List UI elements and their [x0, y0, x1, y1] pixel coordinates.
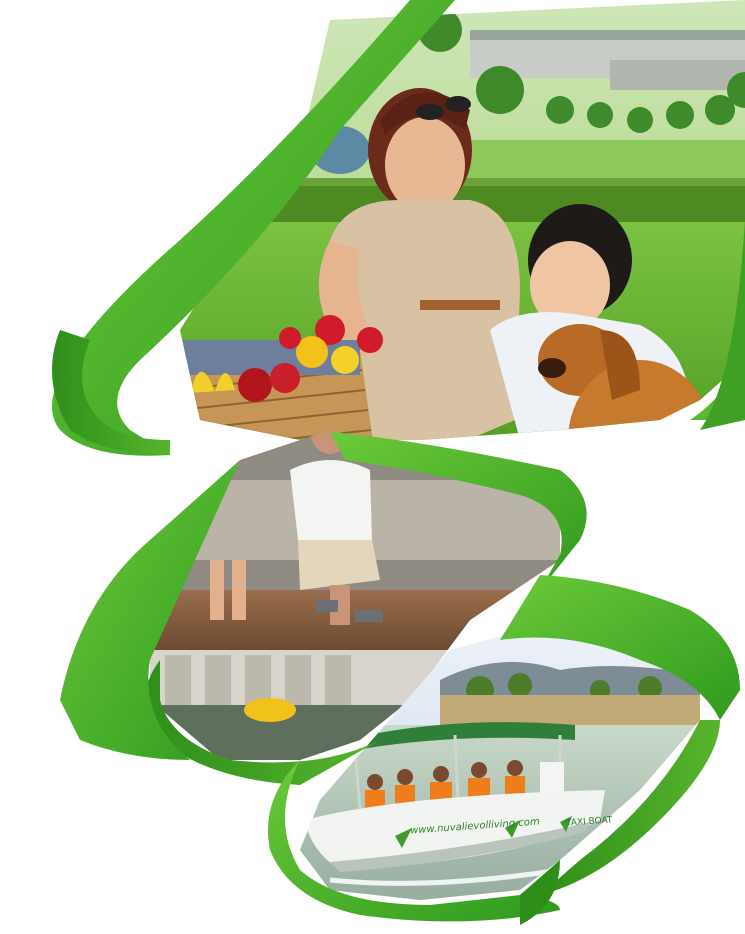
brochure-collage: www.nuvalievolliving.com TAXI BOAT [0, 0, 745, 934]
